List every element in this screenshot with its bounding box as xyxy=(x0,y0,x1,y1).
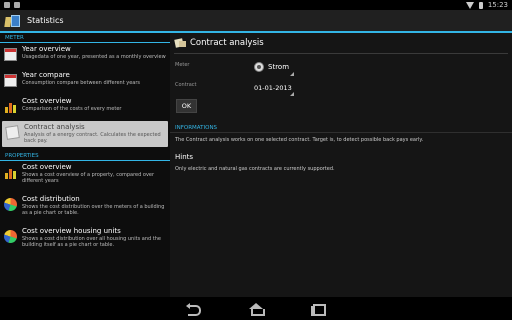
panel-title: Contract analysis xyxy=(190,38,264,48)
notification-icon xyxy=(14,2,20,8)
calendar-icon xyxy=(4,48,17,61)
item-description: Usagedata of one year, presented as a mo… xyxy=(22,54,166,60)
item-description: Shows a cost distribution over all housi… xyxy=(22,236,161,249)
notification-icons xyxy=(4,2,20,8)
app-icon[interactable] xyxy=(4,13,21,29)
hints-title: Hints xyxy=(175,153,194,161)
bar-chart-icon xyxy=(4,166,17,179)
info-text: The Contract analysis works on one selec… xyxy=(175,137,424,143)
item-title: Year compare xyxy=(22,71,70,79)
wifi-icon xyxy=(465,1,474,9)
pie-chart-icon xyxy=(4,230,17,243)
list-item-cost-overview-housing-units[interactable]: Cost overview housing units Shows a cost… xyxy=(0,225,170,257)
item-description: Shows the cost distribution over the met… xyxy=(22,204,165,217)
home-icon[interactable] xyxy=(248,302,265,316)
section-header-properties: PROPERTIES xyxy=(0,151,170,161)
action-bar-title: Statistics xyxy=(27,16,64,25)
recent-apps-icon[interactable] xyxy=(310,303,326,316)
item-description: Shows a cost overview of a property, com… xyxy=(22,172,155,185)
meter-value: Strom xyxy=(268,63,290,71)
note-icon xyxy=(174,38,186,48)
contract-label: Contract xyxy=(175,82,197,88)
meter-label: Meter xyxy=(175,62,190,68)
divider xyxy=(174,53,508,54)
item-description: Consumption compare between different ye… xyxy=(22,80,141,86)
hints-text: Only electric and natural gas contracts … xyxy=(175,166,335,172)
item-title: Cost overview housing units xyxy=(22,227,121,235)
battery-icon xyxy=(478,1,483,9)
action-bar: Statistics xyxy=(0,10,512,33)
item-title: Cost overview xyxy=(22,163,72,171)
list-item-cost-overview[interactable]: Cost overview Comparison of the costs of… xyxy=(0,95,170,121)
meter-icon xyxy=(254,62,264,72)
contract-analysis-panel: Contract analysis Meter Strom Contract 0… xyxy=(170,33,512,297)
calendar-icon xyxy=(4,74,17,87)
list-item-cost-distribution[interactable]: Cost distribution Shows the cost distrib… xyxy=(0,193,170,225)
item-title: Year overview xyxy=(22,45,71,53)
status-time: 15:23 xyxy=(487,1,508,9)
section-header-meter: METER xyxy=(0,33,170,43)
spinner-arrow-icon xyxy=(290,72,294,76)
spinner-arrow-icon xyxy=(290,92,294,96)
meter-spinner[interactable]: Strom xyxy=(254,62,289,72)
system-icons: 15:23 xyxy=(465,1,508,9)
contract-row: Contract 01-01-2013 xyxy=(170,78,512,98)
contract-spinner[interactable]: 01-01-2013 xyxy=(254,84,292,92)
list-item-contract-analysis[interactable]: Contract analysis Analysis of a energy c… xyxy=(2,121,168,147)
item-title: Contract analysis xyxy=(24,123,85,131)
item-description: Comparison of the costs of every meter xyxy=(22,106,122,112)
ok-button[interactable]: OK xyxy=(176,99,197,113)
notification-icon xyxy=(4,2,10,8)
meter-row: Meter Strom xyxy=(170,58,512,78)
item-description: Analysis of a energy contract. Calculate… xyxy=(24,132,161,145)
list-item-property-cost-overview[interactable]: Cost overview Shows a cost overview of a… xyxy=(0,161,170,193)
item-title: Cost distribution xyxy=(22,195,80,203)
pie-chart-icon xyxy=(4,198,17,211)
section-header-informations: INFORMATIONS xyxy=(170,123,512,133)
navigation-bar xyxy=(0,297,512,320)
note-icon xyxy=(5,125,20,140)
panel-header: Contract analysis xyxy=(170,33,512,53)
list-item-year-overview[interactable]: Year overview Usagedata of one year, pre… xyxy=(0,43,170,69)
bar-chart-icon xyxy=(4,100,17,113)
item-title: Cost overview xyxy=(22,97,72,105)
statistics-list: METER Year overview Usagedata of one yea… xyxy=(0,33,170,297)
list-item-year-compare[interactable]: Year compare Consumption compare between… xyxy=(0,69,170,95)
status-bar: 15:23 xyxy=(0,0,512,10)
back-icon[interactable] xyxy=(186,302,202,316)
